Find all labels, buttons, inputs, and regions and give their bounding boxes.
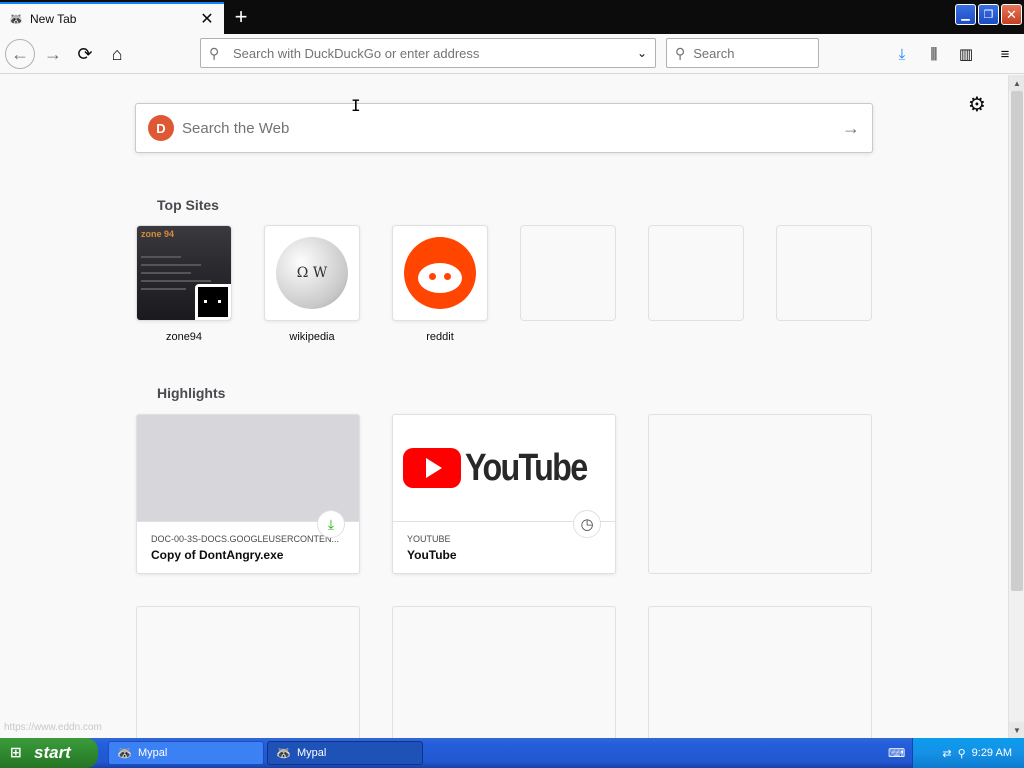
highlight-thumbnail: YouTube	[393, 415, 615, 522]
page-scrollbar[interactable]: ▲ ▼	[1008, 75, 1024, 738]
mypal-icon: 🦝	[8, 12, 24, 26]
top-site-wikipedia[interactable]: Ω W wikipedia	[264, 225, 360, 343]
taskbar-item-label: Mypal	[296, 747, 327, 759]
top-site-reddit[interactable]: reddit	[392, 225, 488, 343]
forward-button[interactable]: →	[38, 39, 68, 69]
library-icon[interactable]: ⫼	[920, 40, 948, 68]
highlight-card-empty	[648, 414, 872, 574]
clock-icon: ◷	[573, 510, 601, 538]
top-site-empty	[776, 225, 872, 321]
download-icon: ⤓	[317, 510, 345, 538]
top-site-thumbnail[interactable]: Ω W	[264, 225, 360, 321]
search-tray-icon[interactable]: ⚲	[958, 747, 966, 760]
url-bar[interactable]: ⚲ Search with DuckDuckGo or enter addres…	[200, 38, 656, 68]
gear-icon[interactable]: ⚙	[966, 93, 988, 116]
highlight-card-empty	[392, 606, 616, 738]
top-sites-heading: Top Sites	[157, 197, 219, 213]
tab-title: New Tab	[30, 12, 77, 26]
top-site-label: reddit	[426, 331, 454, 343]
web-search-input[interactable]: Search the Web	[174, 120, 842, 137]
search-icon: ⚲	[209, 44, 220, 61]
top-site-label: zone94	[165, 331, 203, 343]
new-tab-button[interactable]: +	[228, 4, 254, 30]
reddit-icon	[404, 237, 476, 309]
navigation-toolbar: ← → ⟳ ⌂ ⚲ Search with DuckDuckGo or ente…	[0, 34, 1024, 74]
highlight-source: YOUTUBE	[407, 534, 451, 544]
text-cursor-icon: I	[351, 96, 361, 115]
highlight-title: Copy of DontAngry.exe	[151, 548, 284, 562]
search-icon: ⚲	[675, 44, 686, 61]
window-controls: ▁ ❐ ✕	[955, 4, 1022, 28]
search-bar[interactable]: ⚲ Search	[666, 38, 819, 68]
top-site-zone94[interactable]: zone 94 zone94	[136, 225, 232, 343]
youtube-logo-text: YouTube	[464, 446, 588, 489]
download-icon[interactable]: ⤓	[888, 40, 916, 68]
highlight-card-download[interactable]: ⤓ DOC-00-3S-DOCS.GOOGLEUSERCONTEN... Cop…	[136, 414, 360, 574]
youtube-logo: YouTube	[402, 446, 608, 490]
web-search-box[interactable]: D Search the Web →	[135, 103, 873, 153]
new-tab-page: ⚙ D Search the Web → Top Sites zone 94 z…	[0, 75, 1008, 738]
highlight-title: YouTube	[407, 548, 457, 562]
highlight-card-empty	[136, 606, 360, 738]
empty-tile	[520, 225, 616, 321]
keyboard-icon[interactable]: ⌨	[888, 746, 905, 760]
top-site-thumbnail[interactable]: zone 94	[136, 225, 232, 321]
arrow-right-icon[interactable]: →	[842, 118, 860, 139]
wikipedia-globe-icon: Ω W	[276, 237, 348, 309]
scrollbar-thumb[interactable]	[1011, 91, 1023, 591]
highlight-card-youtube[interactable]: YouTube ◷ YOUTUBE YouTube	[392, 414, 616, 574]
windows-flag-icon: ⊞	[10, 744, 22, 760]
empty-tile	[776, 225, 872, 321]
empty-tile	[648, 225, 744, 321]
top-site-thumbnail[interactable]	[392, 225, 488, 321]
highlight-source: DOC-00-3S-DOCS.GOOGLEUSERCONTEN...	[151, 534, 340, 544]
restore-button[interactable]: ❐	[978, 4, 999, 25]
mypal-icon: 🦝	[276, 746, 291, 760]
highlights-heading: Highlights	[157, 385, 226, 401]
network-icon[interactable]: ⇄	[942, 747, 951, 760]
scroll-down-arrow-icon[interactable]: ▼	[1009, 722, 1024, 738]
back-button[interactable]: ←	[5, 39, 35, 69]
minimize-button[interactable]: ▁	[955, 4, 976, 25]
clock[interactable]: 9:29 AM	[972, 747, 1012, 759]
close-window-button[interactable]: ✕	[1001, 4, 1022, 25]
reload-button[interactable]: ⟳	[70, 39, 100, 69]
sidebar-icon[interactable]: ▥	[952, 40, 980, 68]
mypal-icon: 🦝	[117, 746, 132, 760]
hamburger-menu-icon[interactable]: ≡	[991, 40, 1019, 68]
taskbar-item-label: Mypal	[137, 747, 168, 759]
top-site-empty	[648, 225, 744, 321]
highlight-card-empty	[648, 606, 872, 738]
search-input[interactable]: Search	[685, 46, 734, 61]
top-site-empty	[520, 225, 616, 321]
system-tray: ⇄ ⚲ 9:29 AM	[912, 738, 1024, 768]
scroll-up-arrow-icon[interactable]: ▲	[1009, 75, 1024, 91]
youtube-play-icon	[402, 448, 461, 488]
start-label: start	[34, 743, 71, 762]
url-input[interactable]: Search with DuckDuckGo or enter address	[227, 46, 637, 61]
duckduckgo-icon: D	[148, 115, 174, 141]
chevron-down-icon[interactable]: ⌄	[637, 46, 647, 60]
pong-icon	[195, 284, 231, 320]
zone94-thumbnail-header: zone 94	[141, 229, 175, 239]
close-tab-icon[interactable]: ✕	[198, 10, 216, 28]
highlight-thumbnail	[137, 415, 359, 522]
home-button[interactable]: ⌂	[102, 39, 132, 69]
taskbar-item-mypal[interactable]: 🦝 Mypal	[267, 741, 423, 765]
windows-taskbar: ⊞ start 🦝 Mypal 🦝 Mypal ⌨ ⇄ ⚲ 9:29 AM	[0, 738, 1024, 768]
tab-new-tab[interactable]: 🦝 New Tab ✕	[0, 2, 224, 34]
status-url: https://www.eddn.com	[4, 722, 102, 733]
top-site-label: wikipedia	[289, 331, 335, 343]
start-button[interactable]: ⊞ start	[0, 738, 98, 768]
tab-strip: 🦝 New Tab ✕ + ▁ ❐ ✕	[0, 0, 1024, 34]
taskbar-item-mypal[interactable]: 🦝 Mypal	[108, 741, 264, 765]
